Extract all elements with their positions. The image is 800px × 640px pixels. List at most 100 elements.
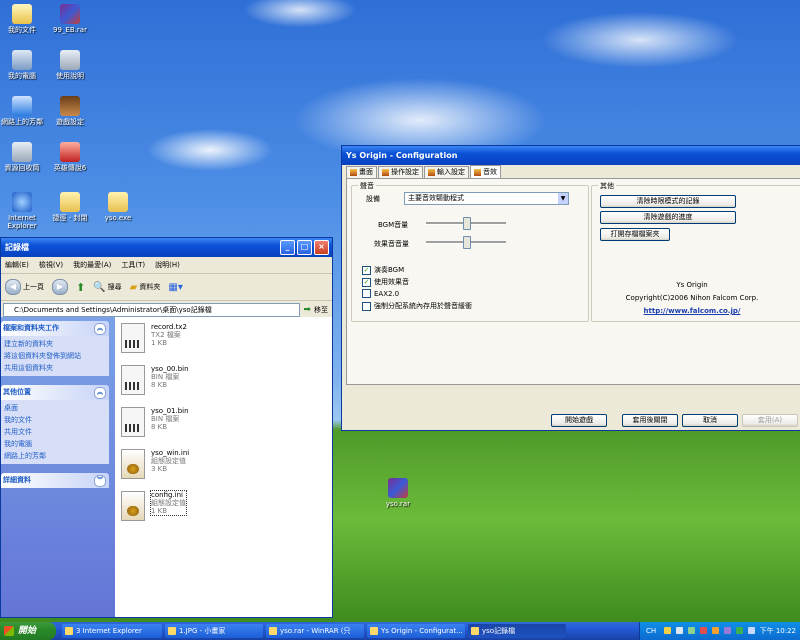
falcom-link[interactable]: http://www.falcom.co.jp/	[612, 307, 772, 315]
tab-sound[interactable]: 音效	[470, 165, 501, 178]
menu-tools[interactable]: 工具(T)	[121, 260, 145, 270]
taskbar-item-winrar[interactable]: yso.rar - WinRAR (只	[266, 624, 364, 638]
place-shared-documents[interactable]: 共用文件	[4, 426, 106, 438]
shortcut-folder-icon[interactable]: 捷徑 - 封閉	[48, 192, 92, 222]
minimize-button[interactable]: _	[280, 240, 295, 255]
rar-archive-icon[interactable]: 99_EB.rar	[48, 4, 92, 34]
my-computer-icon[interactable]: 我的電腦	[0, 50, 44, 80]
bgm-volume-slider[interactable]	[426, 217, 506, 230]
eax-checkbox[interactable]: EAX2.0	[362, 289, 399, 298]
game-settings-icon[interactable]: 遊戲設定	[48, 96, 92, 126]
start-game-button[interactable]: 開始遊戲	[551, 414, 607, 427]
panel-header[interactable]: 其他位置 ︽	[1, 385, 109, 400]
my-documents-icon[interactable]: 我的文件	[0, 4, 44, 34]
open-save-folder-button[interactable]: 打開存檔檔案夾	[600, 228, 670, 241]
collapse-icon[interactable]: ︽	[94, 387, 106, 399]
other-group: 其他 清除時限模式的記錄 清除遊戲的進度 打開存檔檔案夾 Ys Origin C…	[591, 181, 800, 322]
apply-close-button[interactable]: 套用後關閉	[622, 414, 678, 427]
yso-folder-icon[interactable]: yso.exe	[96, 192, 140, 222]
clear-time-attack-button[interactable]: 清除時限模式的記錄	[600, 195, 736, 208]
file-tasks-panel: 檔案和資料夾工作 ︽ 建立新的資料夾 將這個資料夾發佈到網站 共用這個資料夾	[1, 321, 109, 376]
config-titlebar[interactable]: Ys Origin - Configuration	[342, 146, 800, 165]
explorer-titlebar[interactable]: 記錄檔 _ □ ×	[1, 238, 332, 257]
menu-view[interactable]: 檢視(V)	[39, 260, 63, 270]
file-item[interactable]: yso_win.ini 組態設定值 3 KB	[121, 449, 332, 479]
views-button[interactable]: ▦▾	[168, 282, 182, 293]
slider-thumb	[463, 217, 471, 230]
cancel-button[interactable]: 取消	[682, 414, 738, 427]
recycle-bin-icon[interactable]: 資源回收筒	[0, 142, 44, 172]
menu-help[interactable]: 說明(H)	[155, 260, 180, 270]
menu-edit[interactable]: 編輯(E)	[5, 260, 29, 270]
place-desktop[interactable]: 桌面	[4, 402, 106, 414]
tab-icon	[382, 169, 389, 176]
apply-button[interactable]: 套用(A)	[742, 414, 798, 427]
back-arrow-icon: ◀	[5, 279, 21, 295]
tab-icon	[474, 168, 481, 176]
panel-header[interactable]: 詳細資料 ︾	[1, 473, 109, 488]
clock[interactable]: 下午 10:22	[760, 622, 796, 640]
tab-display[interactable]: 畫面	[346, 166, 377, 178]
file-item[interactable]: yso_01.bin BIN 檔案 8 KB	[121, 407, 332, 437]
config-title: Ys Origin - Configuration	[346, 151, 458, 160]
tab-icon	[428, 169, 435, 176]
start-button[interactable]: 開始	[0, 622, 56, 640]
address-input[interactable]: C:\Documents and Settings\Administrator\…	[3, 302, 301, 317]
device-select[interactable]: 主要音效驅動程式 ▼	[404, 192, 569, 205]
taskbar-item-explorer[interactable]: yso記錄檔	[468, 624, 566, 638]
force-memory-checkbox[interactable]: 強制分配系統內存用於聲音緩衝	[362, 301, 472, 311]
tab-controls[interactable]: 操作設定	[378, 166, 423, 178]
task-new-folder[interactable]: 建立新的資料夾	[4, 338, 106, 350]
taskbar-item-paint[interactable]: 1.JPG - 小畫家	[165, 624, 263, 638]
collapse-icon[interactable]: ︽	[94, 323, 106, 335]
forward-button[interactable]: ▶	[52, 279, 68, 295]
slider-thumb	[463, 236, 471, 249]
search-button[interactable]: 🔍 搜尋	[93, 282, 121, 293]
back-button[interactable]: ◀ 上一頁	[5, 279, 44, 295]
language-indicator[interactable]: CH	[646, 622, 656, 640]
network-icon[interactable]	[688, 627, 695, 634]
go-button[interactable]: 移至	[314, 305, 332, 315]
system-tray: CH 下午 10:22	[639, 622, 800, 640]
other-places-panel: 其他位置 ︽ 桌面 我的文件 共用文件 我的電腦 網路上的芳鄰	[1, 385, 109, 464]
panel-header[interactable]: 檔案和資料夾工作 ︽	[1, 321, 109, 336]
expand-icon[interactable]: ︾	[94, 475, 106, 487]
display-icon[interactable]	[748, 627, 755, 634]
manual-icon[interactable]: 使用說明	[48, 50, 92, 80]
about-copyright: Copyright(C)2006 Nihon Falcom Corp.	[625, 294, 759, 302]
file-item[interactable]: record.tx2 TX2 檔案 1 KB	[121, 323, 332, 353]
task-share-folder[interactable]: 共用這個資料夾	[4, 362, 106, 374]
security-icon[interactable]	[700, 627, 707, 634]
folders-button[interactable]: ▰ 資料夾	[130, 282, 161, 293]
update-icon[interactable]	[712, 627, 719, 634]
taskbar-item-ys-config[interactable]: Ys Origin - Configurat...	[367, 624, 465, 638]
use-se-checkbox[interactable]: ✓ 使用效果音	[362, 277, 409, 287]
place-my-documents[interactable]: 我的文件	[4, 414, 106, 426]
ime-icon[interactable]	[664, 627, 671, 634]
play-bgm-checkbox[interactable]: ✓ 演奏BGM	[362, 265, 404, 275]
place-network[interactable]: 網路上的芳鄰	[4, 450, 106, 462]
file-item[interactable]: config.ini 組態設定值 1 KB	[121, 490, 332, 521]
clear-progress-button[interactable]: 清除遊戲的進度	[600, 211, 736, 224]
place-my-computer[interactable]: 我的電腦	[4, 438, 106, 450]
volume-icon[interactable]	[676, 627, 683, 634]
antivirus-icon[interactable]	[724, 627, 731, 634]
network-places-icon[interactable]: 網路上的芳鄰	[0, 96, 44, 126]
file-icon	[121, 323, 145, 353]
internet-explorer-icon[interactable]: Internet Explorer	[0, 192, 44, 230]
menu-favorites[interactable]: 我的最愛(A)	[73, 260, 111, 270]
yso-rar-icon[interactable]: yso.rar	[376, 478, 420, 508]
maximize-button[interactable]: □	[297, 240, 312, 255]
messenger-icon[interactable]	[736, 627, 743, 634]
eiyuu-densetsu-icon[interactable]: 英雄傳說6	[48, 142, 92, 172]
task-pane: 檔案和資料夾工作 ︽ 建立新的資料夾 將這個資料夾發佈到網站 共用這個資料夾 其他…	[1, 317, 115, 617]
file-item[interactable]: yso_00.bin BIN 檔案 8 KB	[121, 365, 332, 395]
se-volume-slider[interactable]	[426, 236, 506, 249]
up-folder-button[interactable]: ⬆	[76, 281, 85, 294]
task-publish-folder[interactable]: 將這個資料夾發佈到網站	[4, 350, 106, 362]
tab-input[interactable]: 輸入設定	[424, 166, 469, 178]
close-button[interactable]: ×	[314, 240, 329, 255]
go-arrow-icon[interactable]: ➡	[303, 305, 311, 315]
menu-bar: 編輯(E) 檢視(V) 我的最愛(A) 工具(T) 說明(H)	[1, 257, 332, 274]
taskbar-item-ie[interactable]: 3 Internet Explorer	[62, 624, 162, 638]
